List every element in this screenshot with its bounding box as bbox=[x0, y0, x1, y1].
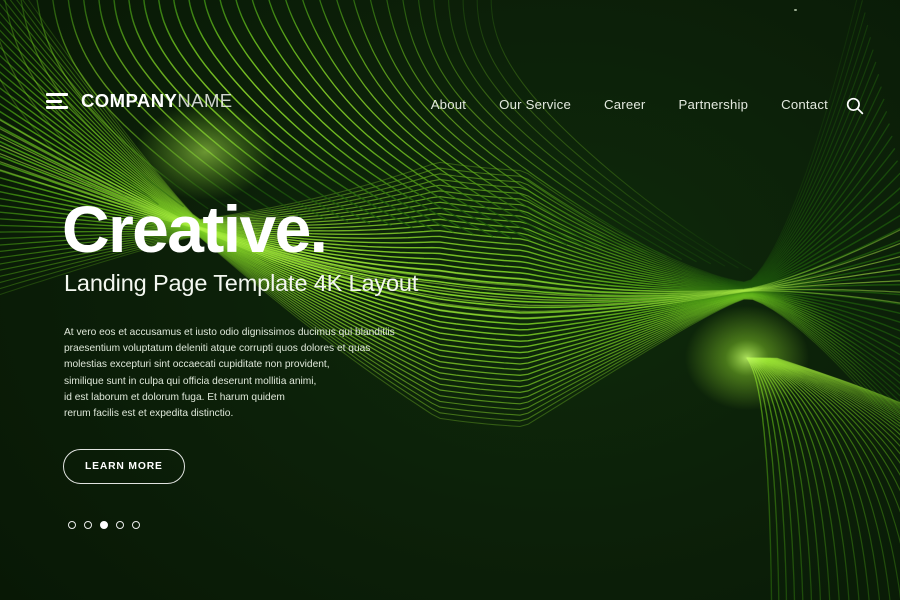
nav-item-career[interactable]: Career bbox=[604, 97, 646, 112]
brand-logo[interactable]: COMPANYNAME bbox=[46, 90, 233, 111]
hero-description-line: molestias excepturi sint occaecati cupid… bbox=[64, 359, 330, 371]
hamburger-menu-icon[interactable] bbox=[46, 93, 68, 110]
carousel-dot-1[interactable] bbox=[68, 520, 76, 529]
carousel-dot-4[interactable] bbox=[116, 520, 124, 529]
brand-name: COMPANYNAME bbox=[81, 90, 233, 111]
nav-item-contact[interactable]: Contact bbox=[781, 97, 828, 112]
hero-subtitle: Landing Page Template 4K Layout bbox=[64, 270, 419, 297]
carousel-dot-5[interactable] bbox=[132, 520, 140, 529]
nav-item-about[interactable]: About bbox=[431, 97, 466, 112]
site-header: COMPANYNAME About Our Service Career Par… bbox=[0, 0, 900, 210]
carousel-dot-3[interactable] bbox=[100, 520, 108, 529]
hero-section: COMPANYNAME About Our Service Career Par… bbox=[0, 0, 900, 600]
hero-description-line: similique sunt in culpa qui officia dese… bbox=[64, 375, 317, 387]
search-button[interactable] bbox=[842, 93, 868, 119]
nav-item-our-service[interactable]: Our Service bbox=[499, 97, 571, 112]
hero-description-line: At vero eos et accusamus et iusto odio d… bbox=[64, 327, 395, 339]
main-navigation: About Our Service Career Partnership Con… bbox=[431, 97, 828, 112]
carousel-dot-2[interactable] bbox=[84, 520, 92, 529]
brand-name-strong: COMPANY bbox=[81, 90, 178, 111]
hero-title: Creative. bbox=[62, 192, 328, 266]
hero-description-line: praesentium voluptatum deleniti atque co… bbox=[64, 343, 371, 355]
carousel-dots bbox=[68, 520, 492, 529]
hero-content: Creative. Landing Page Template 4K Layou… bbox=[62, 192, 492, 529]
hero-description-line: rerum facilis est et expedita distinctio… bbox=[64, 407, 234, 419]
hero-description: At vero eos et accusamus et iusto odio d… bbox=[64, 325, 404, 422]
learn-more-button[interactable]: LEARN MORE bbox=[63, 448, 185, 484]
brand-name-light: NAME bbox=[177, 90, 233, 111]
search-icon bbox=[846, 97, 864, 115]
nav-item-partnership[interactable]: Partnership bbox=[679, 97, 749, 112]
hero-description-line: id est laborum et dolorum fuga. Et harum… bbox=[64, 391, 285, 403]
